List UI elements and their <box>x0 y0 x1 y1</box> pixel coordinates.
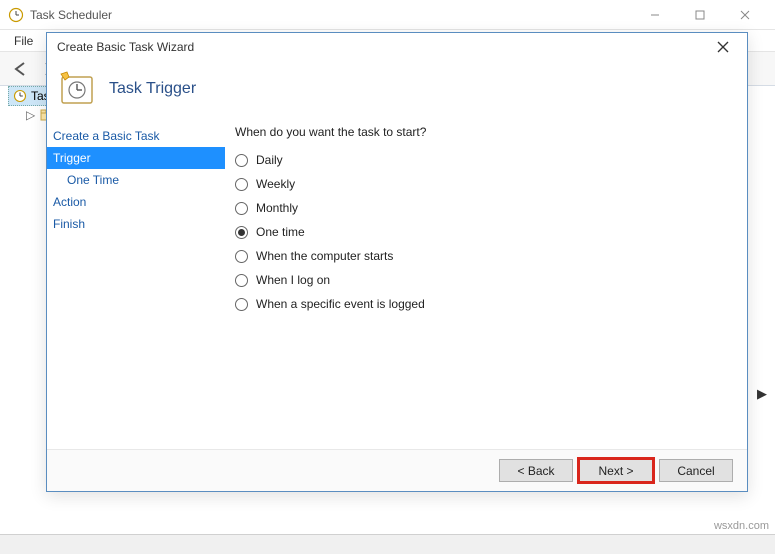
radio-label: One time <box>256 225 305 239</box>
clock-icon <box>8 7 24 23</box>
close-button[interactable] <box>722 1 767 29</box>
radio-icon <box>235 274 248 287</box>
wizard-header: Task Trigger <box>47 61 747 125</box>
radio-log-on[interactable]: When I log on <box>235 273 729 287</box>
wizard-title: Create Basic Task Wizard <box>57 40 709 54</box>
main-titlebar: Task Scheduler <box>0 0 775 30</box>
step-create-basic-task[interactable]: Create a Basic Task <box>47 125 225 147</box>
wizard-close-button[interactable] <box>709 36 737 58</box>
window-controls <box>632 1 767 29</box>
wizard-titlebar: Create Basic Task Wizard <box>47 33 747 61</box>
radio-icon <box>235 154 248 167</box>
radio-label: When the computer starts <box>256 249 393 263</box>
radio-computer-starts[interactable]: When the computer starts <box>235 249 729 263</box>
menu-file[interactable]: File <box>6 32 41 50</box>
radio-icon <box>235 202 248 215</box>
step-finish[interactable]: Finish <box>47 213 225 235</box>
step-action[interactable]: Action <box>47 191 225 213</box>
minimize-button[interactable] <box>632 1 677 29</box>
wizard-header-icon <box>59 71 95 107</box>
radio-label: When I log on <box>256 273 330 287</box>
wizard-body: Create a Basic Task Trigger One Time Act… <box>47 125 747 449</box>
radio-weekly[interactable]: Weekly <box>235 177 729 191</box>
radio-label: Monthly <box>256 201 298 215</box>
trigger-prompt: When do you want the task to start? <box>235 125 729 139</box>
radio-daily[interactable]: Daily <box>235 153 729 167</box>
back-button[interactable]: < Back <box>499 459 573 482</box>
statusbar <box>0 534 775 554</box>
radio-icon-selected <box>235 226 248 239</box>
step-trigger[interactable]: Trigger <box>47 147 225 169</box>
nav-back-button[interactable] <box>6 55 34 83</box>
next-button[interactable]: Next > <box>579 459 653 482</box>
maximize-button[interactable] <box>677 1 722 29</box>
radio-label: Weekly <box>256 177 295 191</box>
wizard-footer: < Back Next > Cancel <box>47 449 747 491</box>
radio-icon <box>235 178 248 191</box>
main-window-title: Task Scheduler <box>30 8 632 22</box>
radio-icon <box>235 250 248 263</box>
wizard-dialog: Create Basic Task Wizard Task Trigger Cr… <box>46 32 748 492</box>
step-one-time[interactable]: One Time <box>47 169 225 191</box>
watermark: wsxdn.com <box>714 520 769 532</box>
clock-icon <box>13 89 27 103</box>
radio-one-time[interactable]: One time <box>235 225 729 239</box>
radio-label: Daily <box>256 153 283 167</box>
wizard-steps-sidebar: Create a Basic Task Trigger One Time Act… <box>47 125 225 449</box>
wizard-header-title: Task Trigger <box>109 80 196 98</box>
wizard-content: When do you want the task to start? Dail… <box>225 125 747 449</box>
radio-icon <box>235 298 248 311</box>
cancel-button[interactable]: Cancel <box>659 459 733 482</box>
radio-monthly[interactable]: Monthly <box>235 201 729 215</box>
chevron-right-icon: ▷ <box>26 108 36 122</box>
expand-right-icon[interactable]: ▶ <box>757 386 767 402</box>
radio-specific-event[interactable]: When a specific event is logged <box>235 297 729 311</box>
radio-label: When a specific event is logged <box>256 297 425 311</box>
